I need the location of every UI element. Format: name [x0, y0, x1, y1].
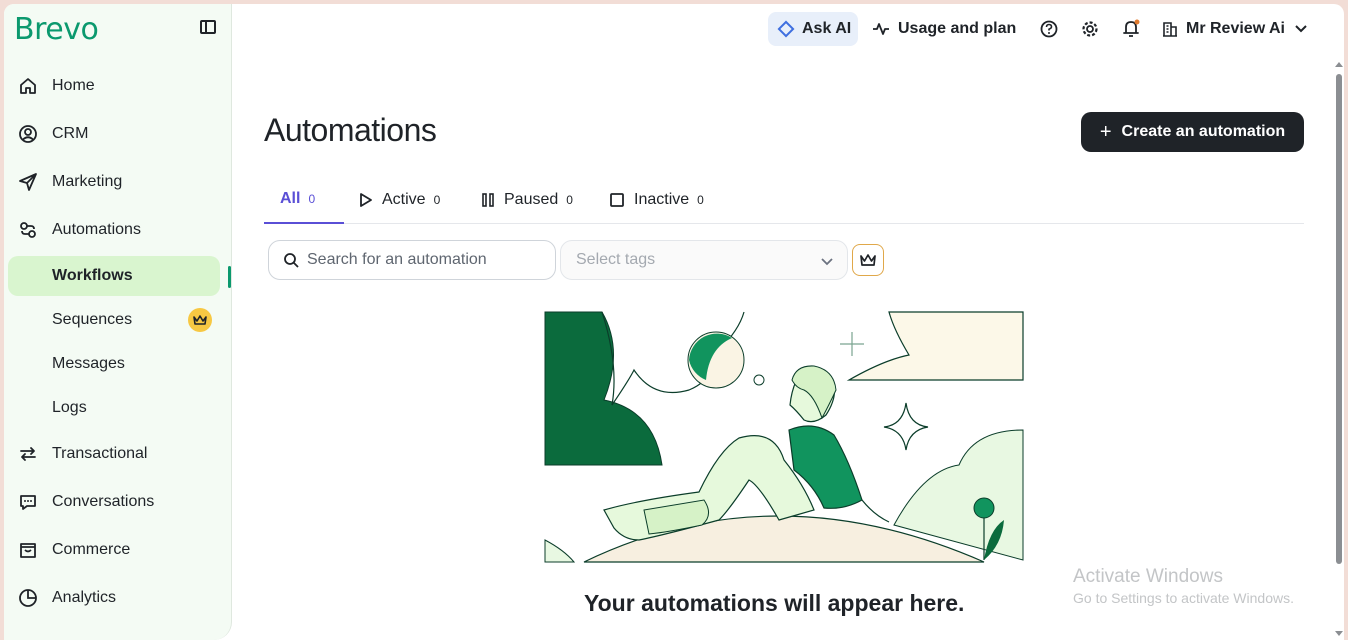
- app-window: Brevo Home CRM Marketing Automations Wor…: [4, 4, 1344, 640]
- sidebar-subitem-sequences[interactable]: Sequences: [8, 300, 220, 340]
- home-icon: [16, 74, 40, 98]
- sidebar-item-label: Conversations: [52, 493, 155, 510]
- select-tags-dropdown[interactable]: Select tags: [560, 240, 848, 280]
- search-input[interactable]: [307, 251, 537, 269]
- sidebar-item-label: Home: [52, 77, 95, 94]
- ai-diamond-icon: [777, 20, 795, 38]
- empty-state-message: Your automations will appear here.: [584, 590, 965, 616]
- ask-ai-button[interactable]: Ask AI: [768, 12, 858, 46]
- search-icon: [283, 252, 299, 268]
- transfer-icon: [16, 442, 40, 466]
- sidebar-item-automations[interactable]: Automations: [16, 212, 226, 248]
- windows-activation-title: Activate Windows: [1073, 566, 1223, 587]
- chevron-down-icon: [821, 253, 833, 271]
- pause-icon: [482, 193, 494, 207]
- vertical-scrollbar[interactable]: [1334, 60, 1344, 640]
- sidebar-item-transactional[interactable]: Transactional: [16, 436, 226, 472]
- sidebar-subitem-logs[interactable]: Logs: [8, 388, 220, 428]
- scroll-up-icon[interactable]: [1335, 62, 1343, 67]
- tab-count: 0: [433, 193, 441, 207]
- premium-crown-icon: [188, 308, 212, 332]
- sidebar-item-crm[interactable]: CRM: [16, 116, 226, 152]
- building-icon: [1162, 21, 1178, 37]
- sidebar-subitem-label: Sequences: [52, 311, 133, 328]
- scroll-thumb[interactable]: [1336, 74, 1342, 564]
- windows-activation-subtitle: Go to Settings to activate Windows.: [1073, 590, 1294, 606]
- sidebar-item-label: CRM: [52, 125, 89, 142]
- select-tags-placeholder: Select tags: [576, 251, 656, 268]
- tab-count: 0: [697, 193, 704, 207]
- tab-all[interactable]: All 0: [264, 176, 344, 224]
- activity-icon: [872, 21, 890, 37]
- sidebar-item-label: Analytics: [52, 589, 117, 606]
- sidebar-item-label: Commerce: [52, 541, 131, 558]
- settings-gear-icon[interactable]: [1079, 18, 1101, 40]
- tab-count: 0: [566, 193, 573, 207]
- brand-logo[interactable]: Brevo: [14, 12, 99, 47]
- sidebar-item-analytics[interactable]: Analytics: [16, 580, 226, 616]
- play-icon: [360, 193, 372, 207]
- status-tabs: All 0 Active 0 Paused 0 Inactive 0: [264, 176, 1304, 224]
- sidebar-subitem-label: Workflows: [52, 267, 133, 284]
- tab-label: Paused: [504, 191, 559, 208]
- sidebar-subitem-label: Logs: [52, 399, 87, 416]
- chat-icon: [16, 490, 40, 514]
- create-automation-button[interactable]: + Create an automation: [1081, 112, 1304, 152]
- create-automation-label: Create an automation: [1121, 123, 1286, 140]
- account-menu-button[interactable]: Mr Review Ai: [1162, 12, 1307, 46]
- sidebar: Brevo Home CRM Marketing Automations Wor…: [4, 4, 232, 640]
- collapse-sidebar-icon[interactable]: [200, 20, 216, 34]
- sidebar-subitem-messages[interactable]: Messages: [8, 344, 220, 384]
- plus-icon: +: [1099, 120, 1112, 143]
- sidebar-subitem-workflows[interactable]: Workflows: [8, 256, 220, 296]
- ask-ai-label: Ask AI: [802, 20, 852, 37]
- bag-icon: [16, 538, 40, 562]
- active-indicator: [228, 266, 231, 288]
- premium-crown-icon[interactable]: [852, 244, 884, 276]
- tab-label: Inactive: [634, 191, 690, 208]
- tab-inactive[interactable]: Inactive 0: [610, 176, 704, 224]
- sidebar-item-label: Automations: [52, 221, 141, 238]
- account-name: Mr Review Ai: [1186, 20, 1285, 37]
- usage-plan-label: Usage and plan: [898, 20, 1017, 37]
- tab-label: All: [280, 190, 301, 207]
- help-icon[interactable]: [1038, 18, 1060, 40]
- sidebar-item-conversations[interactable]: Conversations: [16, 484, 226, 520]
- send-icon: [16, 170, 40, 194]
- tab-paused[interactable]: Paused 0: [482, 176, 573, 224]
- sidebar-item-home[interactable]: Home: [16, 68, 226, 104]
- usage-plan-button[interactable]: Usage and plan: [872, 12, 1016, 46]
- contact-icon: [16, 122, 40, 146]
- tab-count: 0: [308, 192, 316, 206]
- empty-state-illustration: [544, 311, 1024, 563]
- search-box: [268, 240, 556, 280]
- sidebar-subitem-label: Messages: [52, 355, 125, 372]
- pie-chart-icon: [16, 586, 40, 610]
- scroll-down-icon[interactable]: [1335, 631, 1343, 636]
- page-title: Automations: [264, 112, 437, 148]
- sidebar-item-label: Transactional: [52, 445, 148, 462]
- stop-square-icon: [610, 193, 624, 207]
- chevron-down-icon: [1295, 25, 1307, 33]
- sidebar-item-commerce[interactable]: Commerce: [16, 532, 226, 568]
- notification-bell-icon[interactable]: [1120, 18, 1142, 40]
- sidebar-item-label: Marketing: [52, 173, 123, 190]
- automation-icon: [16, 218, 40, 242]
- tab-active[interactable]: Active 0: [360, 176, 440, 224]
- tab-label: Active: [382, 191, 426, 208]
- sidebar-item-marketing[interactable]: Marketing: [16, 164, 226, 200]
